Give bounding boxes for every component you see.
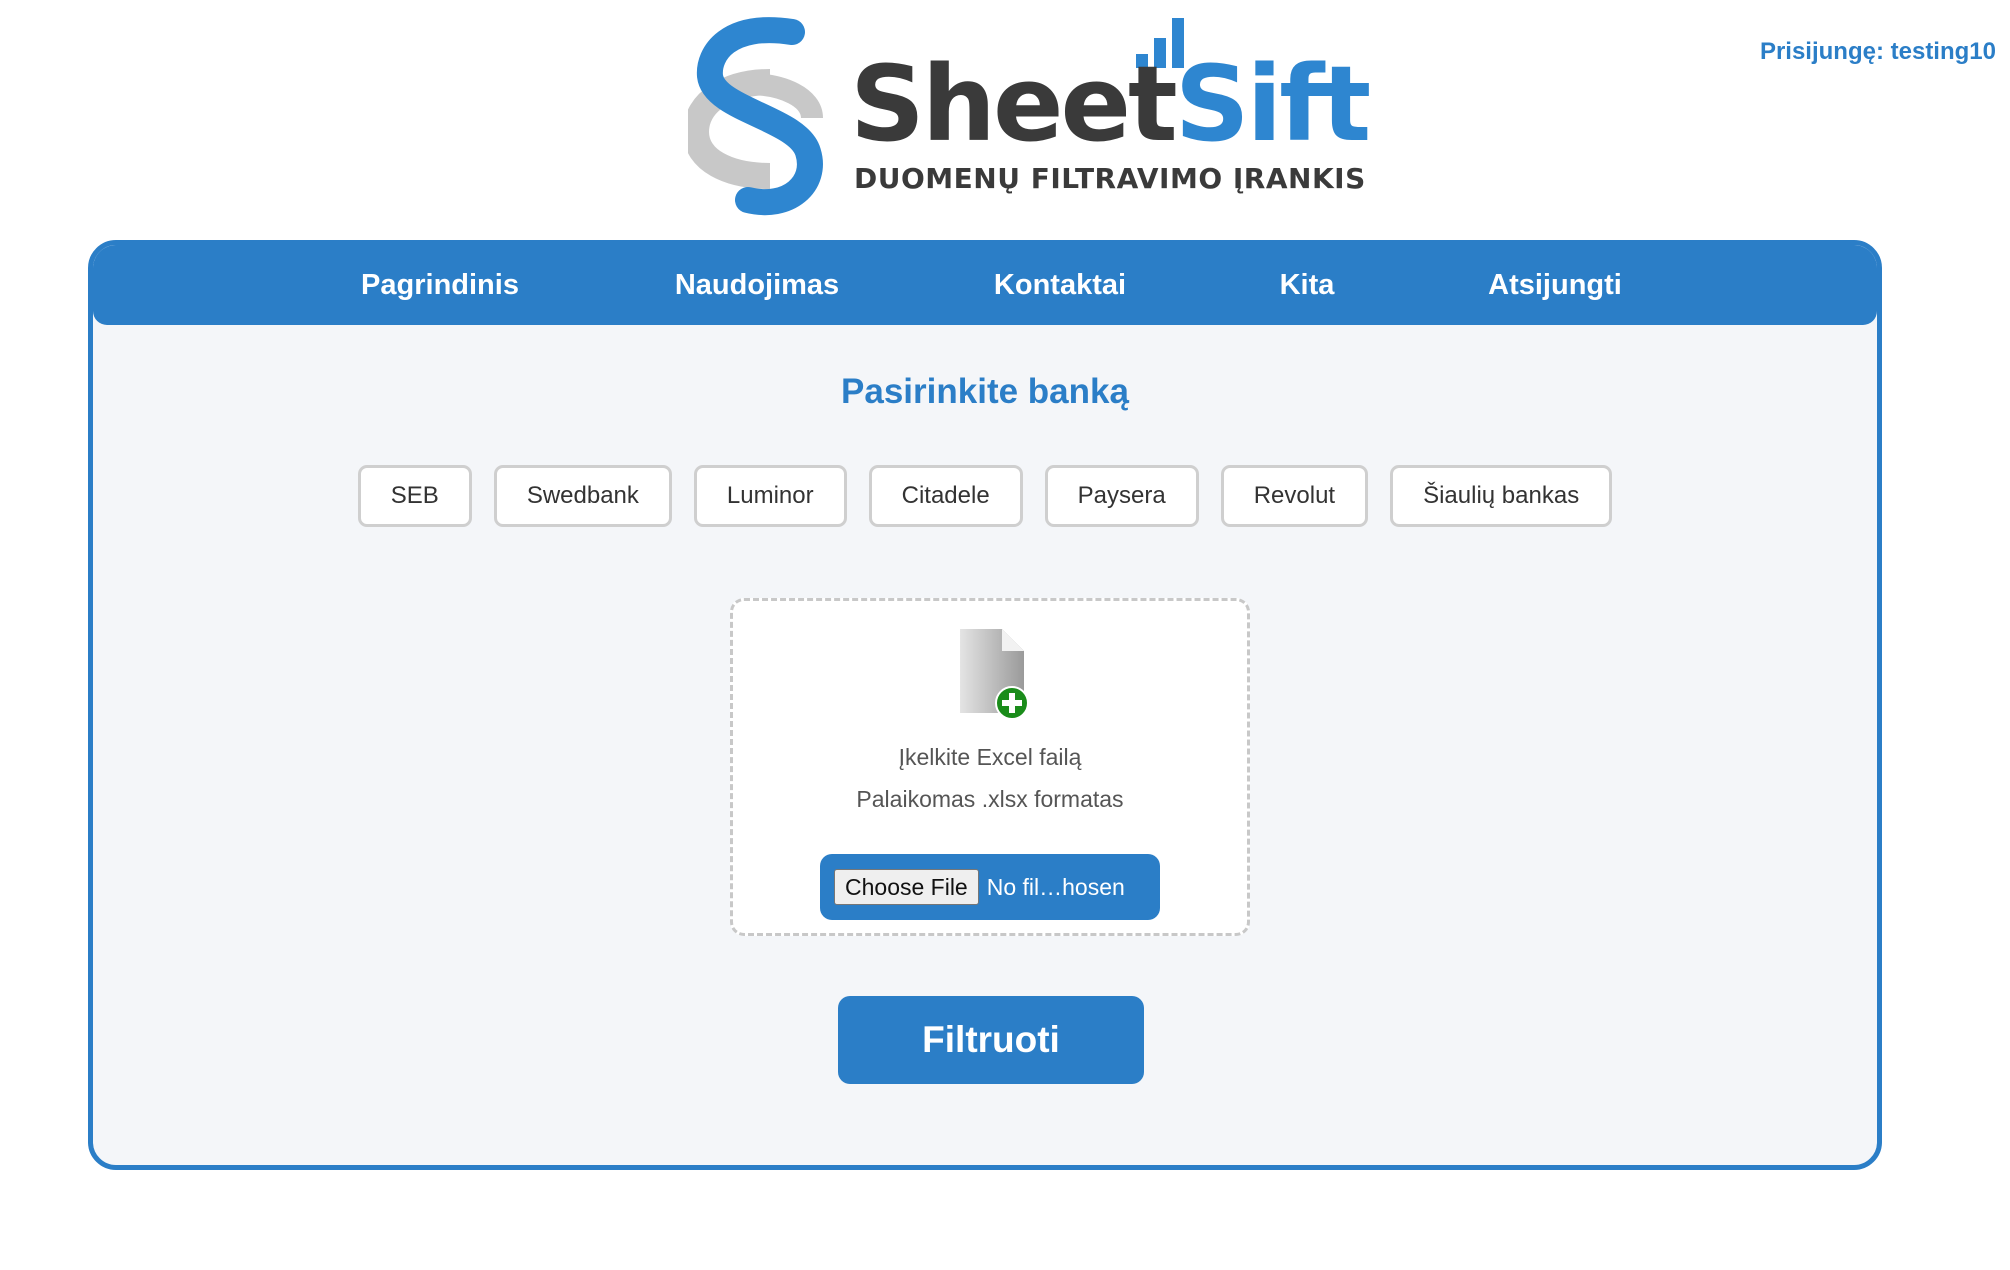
main-nav: Pagrindinis Naudojimas Kontaktai Kita At… [93, 245, 1877, 325]
filter-button[interactable]: Filtruoti [838, 996, 1144, 1084]
bank-button-swedbank[interactable]: Swedbank [493, 465, 672, 527]
nav-item-contacts[interactable]: Kontaktai [994, 269, 1126, 302]
upload-format-hint: Palaikomas .xlsx formatas [856, 786, 1124, 812]
bank-button-siauliu-bankas[interactable]: Šiaulių bankas [1390, 465, 1613, 527]
file-status: No fil…hosen [986, 873, 1125, 900]
upload-dropzone[interactable]: Įkelkite Excel failą Palaikomas .xlsx fo… [730, 598, 1250, 936]
nav-item-usage[interactable]: Naudojimas [675, 269, 839, 302]
main-card: Pagrindinis Naudojimas Kontaktai Kita At… [88, 240, 1882, 1170]
logo-wordmark: SheetSift [850, 52, 1371, 156]
bank-button-citadele[interactable]: Citadele [868, 465, 1023, 527]
bank-button-revolut[interactable]: Revolut [1220, 465, 1369, 527]
logo-tagline: DUOMENŲ FILTRAVIMO ĮRANKIS [854, 162, 1366, 195]
nav-item-other[interactable]: Kita [1280, 269, 1335, 302]
logo-word-sheet: Sheet [850, 43, 1178, 165]
bank-button-paysera[interactable]: Paysera [1044, 465, 1199, 527]
page: Prisijungę: testing10 SheetSift DUOMENŲ … [0, 0, 2010, 1270]
file-add-icon [956, 625, 1030, 726]
bank-button-luminor[interactable]: Luminor [693, 465, 847, 527]
bank-selector: SEB Swedbank Luminor Citadele Paysera Re… [93, 465, 1877, 527]
login-status: Prisijungę: testing10 [1759, 38, 1996, 65]
logo-word-sift: Sift [1174, 43, 1372, 165]
logo: SheetSift DUOMENŲ FILTRAVIMO ĮRANKIS [688, 14, 1371, 224]
choose-file-button[interactable]: Choose File [834, 869, 979, 905]
upload-instruction: Įkelkite Excel failą [898, 744, 1082, 770]
section-title: Pasirinkite banką [841, 372, 1129, 411]
bank-button-seb[interactable]: SEB [357, 465, 472, 527]
file-input[interactable]: Choose File No fil…hosen [820, 854, 1160, 920]
nav-item-logout[interactable]: Atsijungti [1488, 269, 1622, 302]
nav-item-home[interactable]: Pagrindinis [361, 269, 519, 302]
